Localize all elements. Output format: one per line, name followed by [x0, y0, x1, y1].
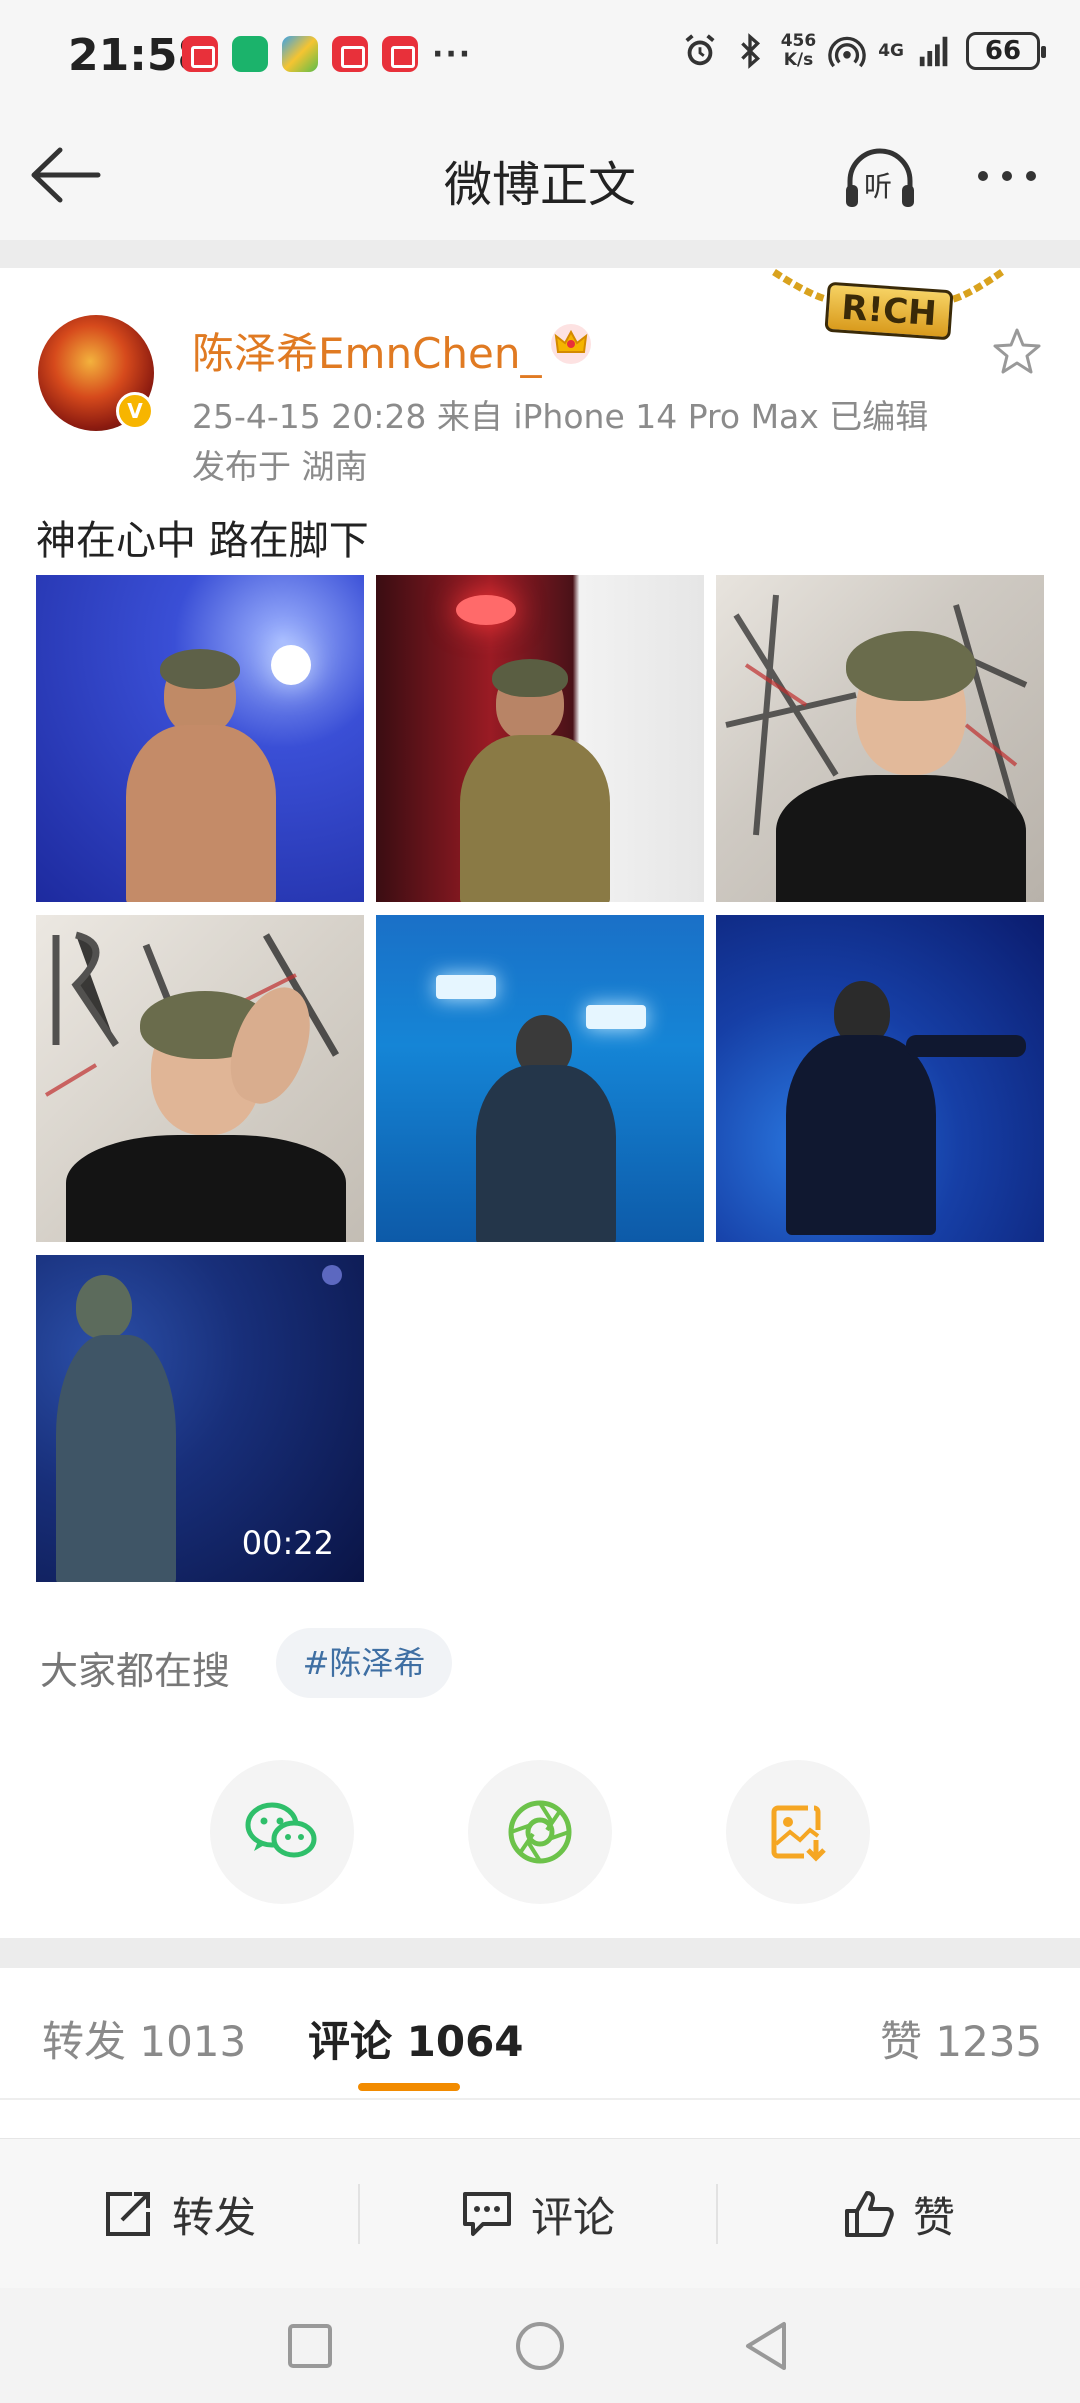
- moments-icon: [508, 1800, 572, 1864]
- post-location: 发布于 湖南: [192, 447, 368, 486]
- tab-comment[interactable]: 评论 1064: [308, 2008, 524, 2069]
- alarm-icon: [685, 34, 715, 66]
- repost-label: 转发: [171, 2192, 256, 2242]
- post-video[interactable]: 00:22: [36, 1255, 364, 1582]
- thumbs-up-icon: [844, 2191, 894, 2237]
- rich-badge: R!CH: [824, 281, 954, 341]
- network-speed: 456 K/s: [781, 32, 817, 70]
- hotspot-icon: [828, 36, 866, 68]
- post-photo-5[interactable]: [376, 915, 704, 1242]
- system-icons: 456 K/s 4G 66: [681, 32, 1046, 70]
- signal-icon: [919, 36, 948, 67]
- notification-app-icon: [382, 36, 418, 72]
- image-grid: 00:22: [36, 575, 1044, 1582]
- tab-like[interactable]: 赞 1235: [880, 2008, 1042, 2069]
- speed-value: 456: [780, 31, 817, 51]
- post-text: 神在心中 路在脚下: [36, 518, 369, 564]
- repost-button[interactable]: 转发: [0, 2139, 358, 2289]
- more-options-button[interactable]: [978, 171, 1036, 181]
- bluetooth-icon: [740, 33, 760, 69]
- username[interactable]: 陈泽希EmnChen_: [192, 320, 541, 381]
- favorite-star-icon[interactable]: [990, 325, 1044, 379]
- tab-repost[interactable]: 转发 1013: [42, 2008, 246, 2069]
- post-photo-6[interactable]: [716, 915, 1044, 1242]
- notification-app-icon: [182, 36, 218, 72]
- section-divider: [0, 1938, 1080, 1968]
- verified-badge: V: [116, 392, 154, 430]
- share-wechat-button[interactable]: [210, 1760, 354, 1904]
- post-photo-3[interactable]: [716, 575, 1044, 902]
- post-photo-1[interactable]: [36, 575, 364, 902]
- network-type: 4G: [878, 41, 904, 61]
- status-bar: 21:58 ··· 456 K/s 4G 66: [0, 0, 1080, 115]
- nav-bar: 微博正文 听: [0, 115, 1080, 240]
- notification-app-icon: [282, 36, 318, 72]
- system-navigation-bar: [0, 2288, 1080, 2403]
- dot-icon: [978, 171, 988, 181]
- bottom-action-bar: 转发 评论 赞: [0, 2138, 1080, 2288]
- trending-search-label: 大家都在搜: [40, 1649, 231, 1693]
- comment-label: 评论: [530, 2192, 615, 2242]
- speed-unit: K/s: [783, 50, 814, 70]
- page-title: 微博正文: [443, 157, 636, 213]
- like-button[interactable]: 赞: [718, 2139, 1080, 2289]
- notification-more: ···: [432, 36, 473, 72]
- dot-icon: [1026, 171, 1036, 181]
- dot-icon: [1002, 171, 1012, 181]
- notification-icons: ···: [182, 36, 472, 72]
- listen-label: 听: [864, 170, 893, 203]
- share-moments-button[interactable]: [468, 1760, 612, 1904]
- recents-square-icon[interactable]: [282, 2318, 338, 2374]
- nav-divider: [0, 240, 1080, 268]
- crown-icon: [551, 324, 591, 364]
- video-duration: 00:22: [241, 1524, 334, 1562]
- post-photo-4[interactable]: [36, 915, 364, 1242]
- battery-indicator: 66: [966, 32, 1046, 70]
- home-circle-icon[interactable]: [512, 2318, 568, 2374]
- post-photo-2[interactable]: [376, 575, 704, 902]
- wechat-icon: [245, 1802, 317, 1858]
- like-label: 赞: [912, 2192, 955, 2242]
- notification-app-icon: [232, 36, 268, 72]
- repost-icon: [105, 2192, 150, 2236]
- listen-button[interactable]: 听: [842, 145, 918, 215]
- back-triangle-icon[interactable]: [740, 2318, 796, 2374]
- comment-button[interactable]: 评论: [360, 2139, 716, 2289]
- save-image-icon: [771, 1805, 826, 1862]
- post-meta: 25-4-15 20:28 来自 iPhone 14 Pro Max 已编辑: [192, 397, 929, 436]
- tab-divider: [0, 2098, 1080, 2100]
- comment-icon: [462, 2192, 511, 2236]
- active-tab-indicator: [358, 2083, 460, 2091]
- search-tag-chip[interactable]: #陈泽希: [276, 1628, 452, 1698]
- notification-app-icon: [332, 36, 368, 72]
- save-image-button[interactable]: [726, 1760, 870, 1904]
